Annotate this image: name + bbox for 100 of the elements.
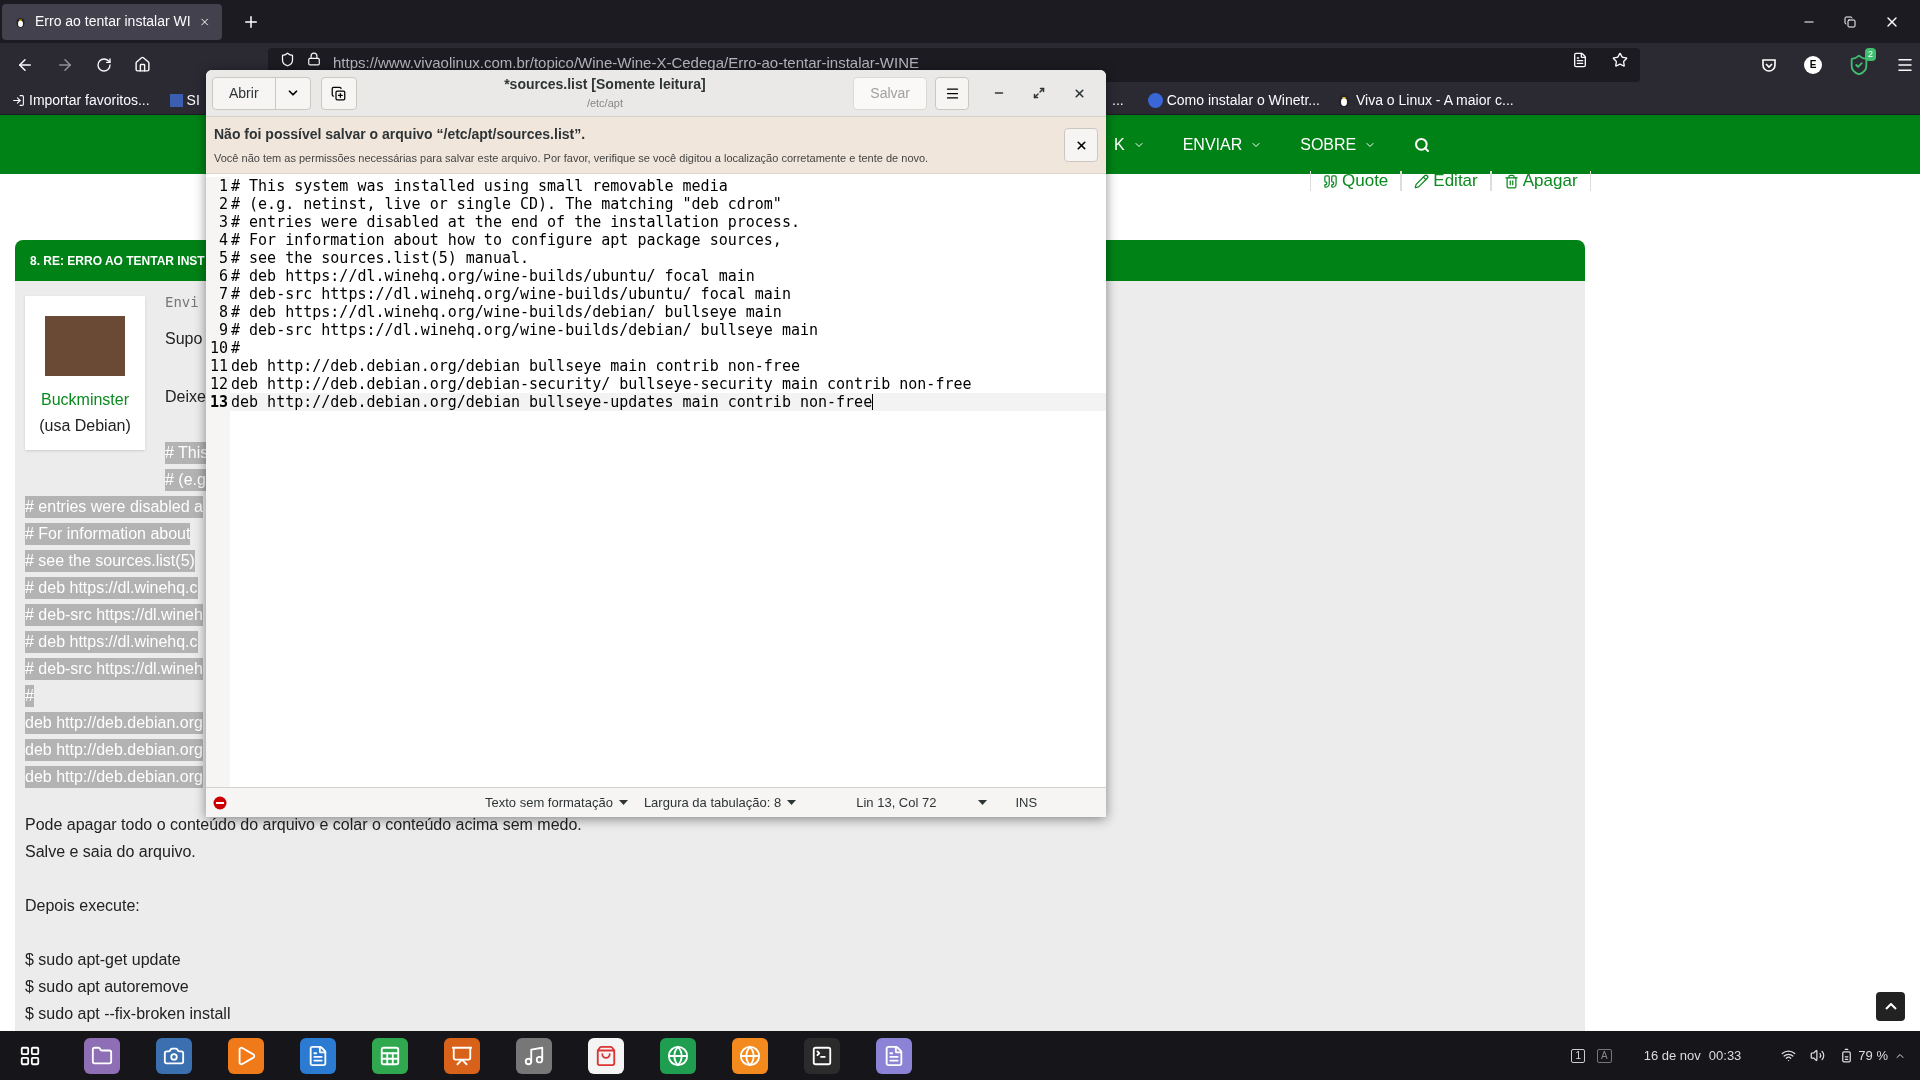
insert-mode: INS	[1015, 793, 1038, 812]
line-number: 9	[206, 321, 230, 339]
author-name[interactable]: Buckminster	[41, 388, 129, 412]
post-text: Depois execute:	[25, 896, 141, 916]
code-text: # This system was installed using small removable media	[230, 177, 728, 195]
shield-check-icon[interactable]	[1848, 53, 1870, 76]
line-number: 10	[206, 339, 230, 357]
tab-title: Erro ao tentar instalar WI	[35, 12, 191, 31]
action-link[interactable]: Quote	[1342, 168, 1389, 194]
menu-button[interactable]	[935, 76, 969, 110]
globe-icon[interactable]	[732, 1037, 768, 1074]
caret-icon	[787, 800, 797, 805]
document-icon[interactable]	[300, 1037, 336, 1074]
volume-icon[interactable]	[1810, 1048, 1826, 1063]
caret-icon	[618, 800, 628, 805]
wifi-icon[interactable]	[1781, 1048, 1797, 1063]
cursor-position[interactable]: Lin 13, Col 72	[856, 792, 937, 813]
line-number: 7	[206, 285, 230, 303]
line-number: 4	[206, 231, 230, 249]
code-text: # deb-src https://dl.winehq.org/wine-builds/ubuntu/ focal main	[230, 285, 791, 303]
caret-icon[interactable]	[978, 800, 988, 805]
line-number: 2	[206, 195, 230, 213]
camera-icon[interactable]	[156, 1037, 192, 1074]
action-link[interactable]: Apagar	[1522, 168, 1578, 194]
spreadsheet-icon[interactable]	[372, 1037, 408, 1074]
globe-icon[interactable]	[660, 1037, 696, 1074]
post-text: $ sudo apt autoremove	[25, 977, 190, 997]
bookmark-item[interactable]: Importar favoritos...	[29, 89, 150, 111]
post-text: $ sudo apt --fix-broken install	[25, 1004, 232, 1024]
plus-square-icon	[331, 85, 347, 101]
shield-icon	[280, 51, 295, 67]
folder-icon[interactable]	[84, 1037, 120, 1074]
line-number: 6	[206, 267, 230, 285]
reader-icon[interactable]	[1572, 51, 1588, 68]
menu-icon	[944, 85, 960, 101]
nav-link[interactable]: SOBRE	[1300, 132, 1357, 157]
new-document-button[interactable]	[320, 76, 357, 110]
presentation-icon[interactable]	[444, 1037, 480, 1074]
bookmark-item[interactable]: ...	[1112, 89, 1124, 111]
input-indicator[interactable]: A	[1597, 1048, 1612, 1063]
chevron-up-icon	[1884, 1003, 1897, 1010]
close-icon[interactable]	[1073, 86, 1086, 100]
shopping-bag-icon[interactable]	[588, 1037, 624, 1074]
bookmark-favicon	[169, 93, 183, 107]
play-icon[interactable]	[228, 1037, 264, 1074]
url-text: https://www.vivaolinux.com.br/topico/Wine-Wine-X-Cedega/Erro-ao-tentar-instalar-WINE	[333, 52, 920, 73]
infobar-title: Não foi possível salvar o arquivo “/etc/apt/sources.list”.	[214, 124, 587, 144]
search-icon[interactable]	[1414, 136, 1431, 153]
line-number: 3	[206, 213, 230, 231]
time-text: 00:33	[1708, 1046, 1742, 1065]
extension-badge: 2	[1865, 47, 1876, 61]
bookmark-item[interactable]: Como instalar o Winetr...	[1166, 89, 1320, 111]
code-text: #	[230, 339, 241, 357]
code-text: # deb-src https://dl.winehq.org/wine-builds/debian/ bullseye main	[230, 321, 818, 339]
profile-avatar[interactable]: E	[1804, 55, 1822, 74]
browser-tab[interactable]: Erro ao tentar instalar WI	[2, 3, 222, 40]
battery-text: 79 %	[1858, 1046, 1888, 1065]
workspace-indicator[interactable]: 1	[1571, 1048, 1586, 1063]
post-text: Supo	[165, 329, 204, 349]
maximize-icon[interactable]	[1033, 87, 1045, 99]
code-text: deb http://deb.debian.org/debian-security/ bullseye-security main contrib non-free	[230, 375, 972, 393]
line-number: 12	[206, 375, 230, 393]
line-number: 8	[206, 303, 230, 321]
bookmark-item[interactable]: Viva o Linux - A maior c...	[1355, 89, 1514, 111]
code-text: # entries were disabled at the end of the installation process.	[230, 213, 800, 231]
import-icon	[12, 93, 25, 107]
nav-link[interactable]: K	[1114, 132, 1125, 157]
close-icon	[1074, 138, 1088, 152]
line-number: 11	[206, 357, 230, 375]
music-icon[interactable]	[516, 1037, 552, 1074]
code-text: # see the sources.list(5) manual.	[230, 249, 529, 267]
post-meta: Envi	[165, 293, 200, 312]
tab-width-selector[interactable]: Largura da tabulação: 8	[643, 792, 782, 813]
code-text: deb http://deb.debian.org/debian bullseye main contrib non-free	[230, 357, 800, 375]
text-cursor	[872, 394, 874, 410]
infobar-message: Você não tem as permissões necessárias para salvar este arquivo. Por favor, verifique se você digitou a localização corretamente e tente de novo.	[214, 150, 930, 166]
home-icon[interactable]	[134, 56, 151, 73]
code-text: deb http://deb.debian.org/debian bullseye-updates main contrib non-free	[230, 393, 873, 411]
bookmark-item[interactable]: SI	[186, 89, 200, 111]
star-icon[interactable]	[1612, 51, 1628, 68]
terminal-icon[interactable]	[804, 1037, 840, 1074]
restore-icon[interactable]	[1844, 15, 1856, 28]
stop-icon	[213, 795, 227, 810]
date-text: 16 de nov	[1643, 1046, 1701, 1065]
line-number: 1	[206, 177, 230, 195]
post-text: Deixe	[165, 387, 207, 407]
nav-link[interactable]: ENVIAR	[1182, 132, 1243, 157]
syntax-selector[interactable]: Texto sem formatação	[485, 792, 613, 813]
reload-icon[interactable]	[96, 56, 112, 73]
d-logo-icon	[1147, 92, 1163, 108]
close-button[interactable]	[1064, 128, 1098, 162]
author-note: (usa Debian)	[39, 416, 131, 436]
action-link[interactable]: Editar	[1433, 168, 1478, 194]
window-subtitle: /etc/apt	[586, 96, 623, 112]
lock-icon	[307, 51, 321, 66]
post-text: $ sudo apt-get update	[25, 950, 182, 970]
text-editor-icon[interactable]	[876, 1037, 912, 1074]
post-text: Salve e saia do arquivo.	[25, 842, 197, 862]
post-text: Pode apagar todo o conteúdo do arquivo e colar o conteúdo acima sem medo.	[25, 815, 583, 835]
scroll-top-button[interactable]	[1876, 992, 1905, 1021]
